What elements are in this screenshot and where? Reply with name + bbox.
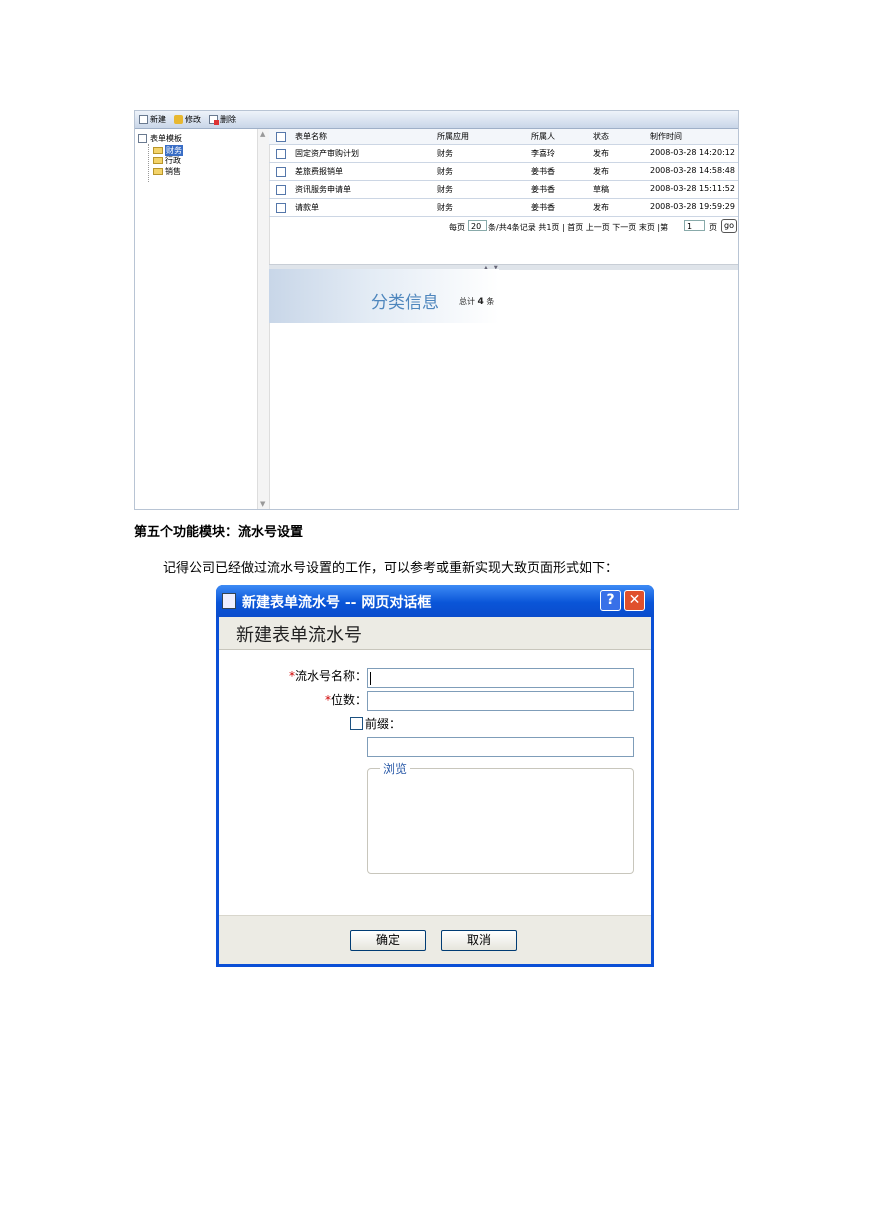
close-button[interactable]: ✕ [624, 590, 645, 611]
delete-button[interactable]: 删除 [209, 114, 236, 125]
column-header: 所属应用 [437, 132, 469, 141]
column-header: 表单名称 [295, 132, 327, 141]
prefix-input[interactable] [367, 737, 634, 757]
help-button[interactable]: ? [600, 590, 621, 611]
table-cell: 发布 [593, 149, 609, 158]
new-button[interactable]: 新建 [139, 114, 166, 125]
per-page-input[interactable]: 20 [468, 220, 487, 231]
table-row[interactable]: 差旅费报销单 财务 姜书香 发布 2008-03-28 14:58:48 [269, 163, 738, 181]
row-checkbox[interactable] [276, 149, 286, 159]
edit-button[interactable]: 修改 [174, 114, 201, 125]
tree-item-admin[interactable]: 行政 [153, 155, 181, 166]
table-cell: 2008-03-28 14:20:12 [650, 148, 735, 157]
prefix-checkbox[interactable] [350, 717, 363, 730]
table-cell: 差旅费报销单 [295, 167, 343, 176]
delete-icon [209, 115, 219, 125]
column-header: 状态 [593, 132, 609, 141]
browse-legend: 浏览 [380, 760, 411, 777]
dialog-heading: 新建表单流水号 [236, 625, 362, 646]
select-all-checkbox[interactable] [276, 132, 286, 142]
table-row[interactable]: 请款单 财务 姜书香 发布 2008-03-28 19:59:29 [269, 199, 738, 217]
tree-item-sales[interactable]: 销售 [153, 166, 181, 177]
digits-input[interactable] [367, 691, 634, 711]
go-button[interactable]: go [721, 219, 737, 233]
tree-root[interactable]: 表单模板 [138, 133, 182, 144]
page-suffix: 页 [709, 223, 717, 232]
category-tree: 表单模板 财务 行政 销售 [135, 129, 257, 509]
table-cell: 2008-03-28 19:59:29 [650, 202, 735, 211]
intro-paragraph: 记得公司已经做过流水号设置的工作，可以参考或重新实现大致页面形式如下： [163, 561, 619, 576]
table-cell: 姜书香 [531, 167, 555, 176]
table-cell: 姜书香 [531, 185, 555, 194]
toolbar: 新建 修改 删除 [135, 111, 738, 129]
edit-icon [174, 115, 183, 124]
scroll-up-icon[interactable]: ▲ [260, 130, 265, 138]
serial-number-dialog: 新建表单流水号 -- 网页对话框 ? ✕ 新建表单流水号 *流水号名称： *位数… [216, 585, 654, 967]
page-number-input[interactable]: 1 [684, 220, 705, 231]
serial-name-input[interactable] [367, 668, 634, 688]
edit-button-label: 修改 [185, 115, 201, 124]
table-cell: 财务 [437, 185, 453, 194]
cancel-button[interactable]: 取消 [441, 930, 517, 951]
pagination: 每页 20 条/共4条记录 共1页 | 首页 上一页 下一页 末页 |第 1 页… [269, 219, 738, 235]
folder-icon [153, 157, 163, 164]
digits-label: *位数： [285, 691, 367, 708]
module-heading: 第五个功能模块：流水号设置 [134, 525, 304, 540]
tree-item-label: 销售 [165, 167, 181, 176]
folder-icon [153, 147, 163, 154]
form-table: 表单名称 所属应用 所属人 状态 制作时间 固定资产审购计划 财务 李喜玲 发布… [269, 129, 738, 217]
total-prefix: 总计 [459, 297, 475, 306]
folder-icon [153, 168, 163, 175]
dialog-footer: 确定 取消 [219, 915, 651, 964]
table-header-row: 表单名称 所属应用 所属人 状态 制作时间 [269, 129, 738, 145]
row-checkbox[interactable] [276, 185, 286, 195]
serial-name-label-text: 流水号名称： [294, 669, 367, 683]
pager-summary: 条/共4条记录 共1页 | 首页 上一页 下一页 末页 |第 [488, 223, 669, 232]
dialog-window-title: 新建表单流水号 -- 网页对话框 [242, 595, 432, 611]
category-info-title: 分类信息 [371, 293, 439, 313]
row-checkbox[interactable] [276, 203, 286, 213]
ok-button[interactable]: 确定 [350, 930, 426, 951]
scroll-down-icon[interactable]: ▼ [260, 500, 265, 508]
per-page-label: 每页 [449, 223, 465, 232]
tree-item-label: 行政 [165, 156, 181, 165]
serial-name-label: *流水号名称： [285, 667, 367, 684]
table-cell: 李喜玲 [531, 149, 555, 158]
table-cell: 姜书香 [531, 203, 555, 212]
table-cell: 草稿 [593, 185, 609, 194]
form-template-screenshot: 新建 修改 删除 表单模板 财务 行政 销售 ▲ ▼ 表单名称 所属应用 所属人… [134, 110, 739, 510]
table-cell: 请款单 [295, 203, 319, 212]
tree-root-icon [138, 134, 147, 143]
tree-connector [148, 144, 150, 182]
delete-button-label: 删除 [220, 115, 236, 124]
new-doc-icon [139, 115, 148, 124]
prefix-label: 前缀： [365, 717, 402, 731]
table-cell: 财务 [437, 167, 453, 176]
column-header: 制作时间 [650, 132, 682, 141]
dialog-body: 新建表单流水号 *流水号名称： *位数： 前缀： 浏览 确定 取消 [219, 617, 651, 964]
dialog-header: 新建表单流水号 [219, 617, 651, 650]
total-value: 4 [477, 297, 484, 307]
table-row[interactable]: 资讯服务申请单 财务 姜书香 草稿 2008-03-28 15:11:52 [269, 181, 738, 199]
new-button-label: 新建 [150, 115, 166, 124]
category-total: 总计 4 条 [459, 296, 494, 307]
table-cell: 固定资产审购计划 [295, 149, 359, 158]
window-icon [222, 593, 236, 609]
digits-label-text: 位数： [330, 693, 367, 707]
table-cell: 2008-03-28 15:11:52 [650, 184, 735, 193]
table-cell: 财务 [437, 149, 453, 158]
tree-root-label: 表单模板 [150, 134, 182, 143]
table-cell: 财务 [437, 203, 453, 212]
table-cell: 发布 [593, 167, 609, 176]
table-cell: 资讯服务申请单 [295, 185, 351, 194]
total-suffix: 条 [486, 297, 495, 306]
dialog-titlebar[interactable]: 新建表单流水号 -- 网页对话框 ? ✕ [216, 585, 654, 617]
column-header: 所属人 [531, 132, 555, 141]
table-cell: 2008-03-28 14:58:48 [650, 166, 735, 175]
table-cell: 发布 [593, 203, 609, 212]
browse-fieldset: 浏览 [367, 760, 634, 874]
table-row[interactable]: 固定资产审购计划 财务 李喜玲 发布 2008-03-28 14:20:12 [269, 145, 738, 163]
text-caret [370, 672, 371, 685]
row-checkbox[interactable] [276, 167, 286, 177]
